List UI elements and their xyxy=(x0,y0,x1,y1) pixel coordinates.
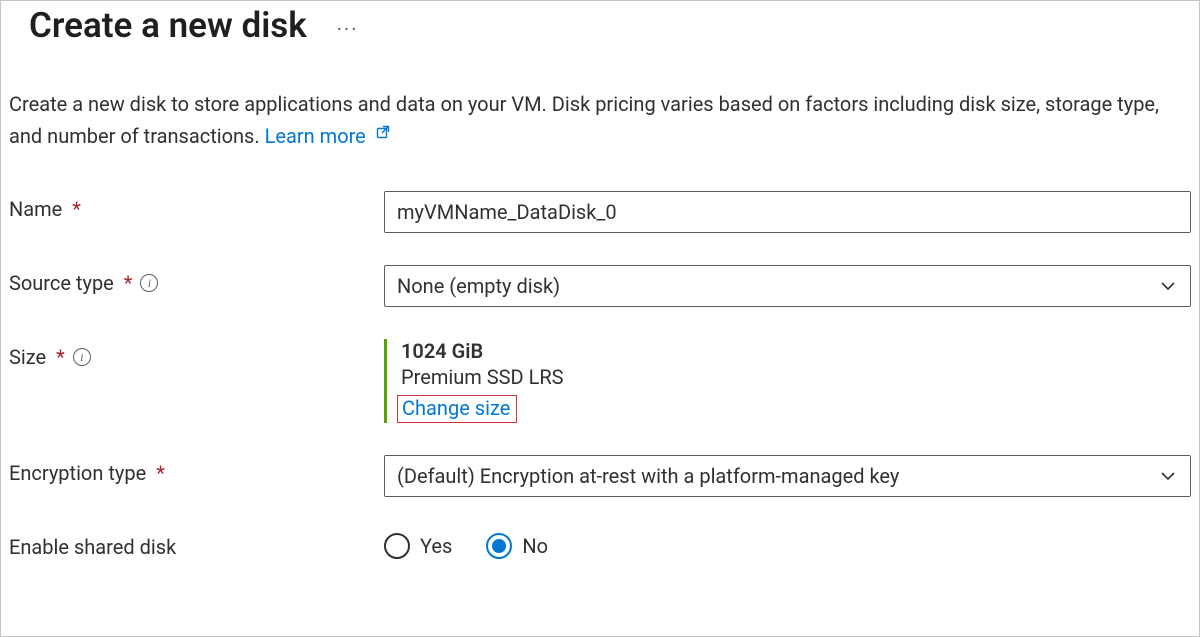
info-icon[interactable]: i xyxy=(73,348,91,366)
chevron-down-icon xyxy=(1158,276,1178,296)
create-disk-form: Create a new disk ··· Create a new disk … xyxy=(1,1,1199,595)
encryption-type-select[interactable]: (Default) Encryption at-rest with a plat… xyxy=(384,455,1191,497)
more-menu-icon[interactable]: ··· xyxy=(337,17,359,41)
radio-icon xyxy=(486,533,512,559)
change-size-link[interactable]: Change size xyxy=(397,395,517,423)
size-description: Premium SSD LRS xyxy=(401,365,1191,389)
row-size: Size * i 1024 GiB Premium SSD LRS Change… xyxy=(9,339,1191,423)
required-asterisk: * xyxy=(124,271,133,295)
learn-more-link[interactable]: Learn more xyxy=(265,124,391,148)
page-title: Create a new disk xyxy=(29,5,307,46)
radio-icon xyxy=(384,533,410,559)
source-type-select[interactable]: None (empty disk) xyxy=(384,265,1191,307)
encryption-type-value: (Default) Encryption at-rest with a plat… xyxy=(397,464,899,488)
required-asterisk: * xyxy=(72,197,81,221)
description-text: Create a new disk to store applications … xyxy=(9,92,1159,148)
shared-disk-no[interactable]: No xyxy=(486,533,548,559)
shared-disk-label-text: Enable shared disk xyxy=(9,535,176,559)
label-size: Size * i xyxy=(9,339,384,369)
learn-more-label: Learn more xyxy=(265,124,366,148)
required-asterisk: * xyxy=(156,461,165,485)
label-name: Name * xyxy=(9,191,384,221)
row-name: Name * xyxy=(9,191,1191,233)
label-source-type: Source type * i xyxy=(9,265,384,295)
size-value: 1024 GiB xyxy=(401,339,1191,363)
radio-no-label: No xyxy=(522,534,548,558)
shared-disk-radio-group: Yes No xyxy=(384,529,1191,559)
source-type-label-text: Source type xyxy=(9,271,114,295)
radio-yes-label: Yes xyxy=(420,534,452,558)
name-label-text: Name xyxy=(9,197,62,221)
chevron-down-icon xyxy=(1158,466,1178,486)
label-encryption-type: Encryption type * xyxy=(9,455,384,485)
size-summary: 1024 GiB Premium SSD LRS Change size xyxy=(384,339,1191,423)
shared-disk-yes[interactable]: Yes xyxy=(384,533,452,559)
size-label-text: Size xyxy=(9,345,46,369)
row-source-type: Source type * i None (empty disk) xyxy=(9,265,1191,307)
source-type-value: None (empty disk) xyxy=(397,274,560,298)
info-icon[interactable]: i xyxy=(140,274,158,292)
header: Create a new disk ··· xyxy=(9,1,1191,46)
required-asterisk: * xyxy=(56,345,65,369)
name-input[interactable] xyxy=(384,191,1191,233)
row-encryption-type: Encryption type * (Default) Encryption a… xyxy=(9,455,1191,497)
label-shared-disk: Enable shared disk xyxy=(9,529,384,559)
encryption-label-text: Encryption type xyxy=(9,461,146,485)
description: Create a new disk to store applications … xyxy=(9,90,1191,151)
external-link-icon xyxy=(375,119,391,148)
row-shared-disk: Enable shared disk Yes No xyxy=(9,529,1191,559)
